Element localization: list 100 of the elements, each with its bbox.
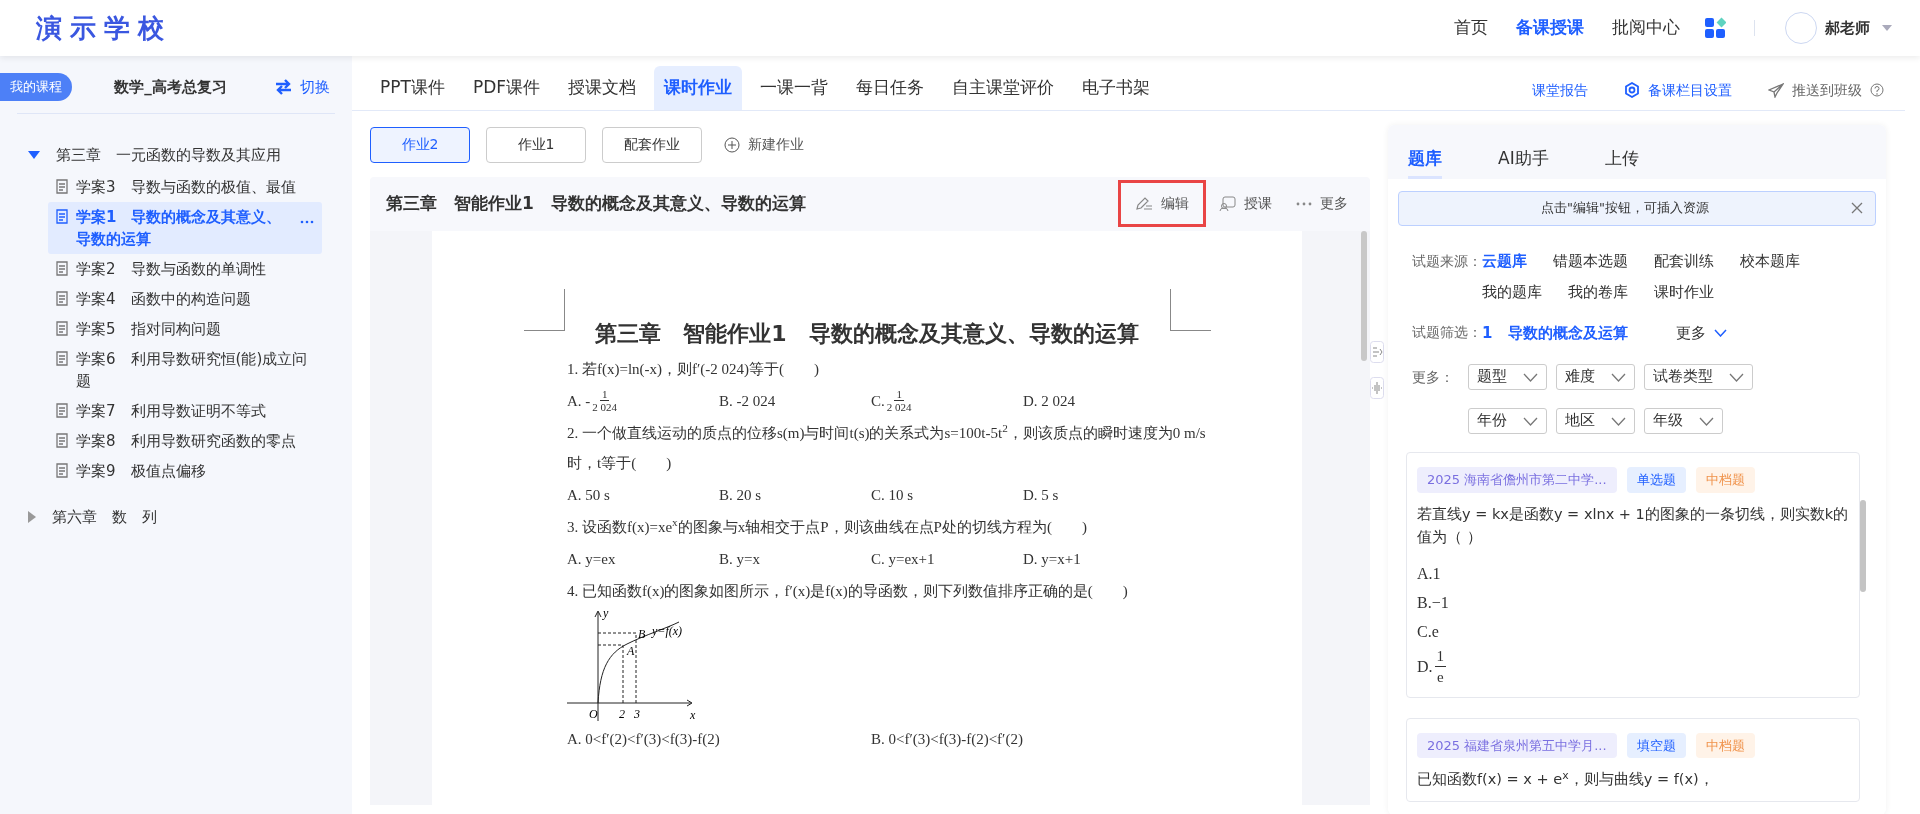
panel-tab[interactable]: AI助手 (1498, 124, 1549, 179)
nav-link[interactable]: 备课授课 (1516, 1, 1584, 55)
document-icon (56, 403, 68, 418)
tab[interactable]: 电子书架 (1072, 66, 1160, 110)
question-text: 已知函数f(x) = x + e$^{x}$，则与曲线y = f(x)， (1417, 768, 1715, 789)
avatar[interactable] (1785, 12, 1817, 44)
question-tag: 2025 海南省儋州市第二中学... (1417, 467, 1617, 493)
resize-handle-icon[interactable] (1370, 376, 1384, 399)
assignment-tab[interactable]: 作业2 (370, 126, 470, 163)
lesson-item[interactable]: 学案9 极值点偏移 (48, 456, 322, 486)
source-link[interactable]: 云题库 (1482, 245, 1527, 277)
panel-tab[interactable]: 题库 (1408, 124, 1442, 179)
user-name: 郝老师 (1825, 17, 1870, 39)
chevron-down-icon (1714, 328, 1728, 337)
lesson-item[interactable]: 学案7 利用导数证明不等式 (48, 396, 322, 426)
answer-option: B. 0<f′(3)<f(3)-f(2)<f′(2) (871, 723, 1175, 754)
question-card[interactable]: 2025 福建省泉州第五中学月... 填空题 中档题 已知函数f(x) = x + e$^{x}$，则与曲线y = f(x)， (1406, 717, 1860, 802)
chevron-down-icon (1523, 416, 1538, 426)
lesson-item[interactable]: 学案4 函数中的构造问题 (48, 284, 322, 314)
collapsed-caret-icon[interactable] (28, 511, 36, 524)
teach-button[interactable]: 授课 (1211, 187, 1280, 220)
more-button[interactable]: 更多 (1676, 321, 1728, 344)
tab[interactable]: 一课一背 (750, 66, 838, 110)
new-assignment-button[interactable]: 新建作业 (718, 133, 810, 156)
answer-option: A.1 (1417, 564, 1441, 582)
scrollbar[interactable] (1860, 499, 1866, 592)
help-icon[interactable] (1870, 83, 1884, 97)
edit-button[interactable]: 编辑 (1121, 183, 1203, 224)
page-title: 第三章 智能作业1 导数的概念及其意义、导数的运算 (594, 319, 1140, 348)
nav-link[interactable]: 批阅中心 (1612, 1, 1680, 55)
tab[interactable]: 课时作业 (654, 66, 742, 110)
question-stem: 3. 设函数f(x)=xe$^{x}$的图象与x轴相交于点P，则该曲线在点P处的切线方程为( ) (567, 514, 1088, 537)
chevron-down-icon (1611, 372, 1626, 382)
panel-tab[interactable]: 上传 (1604, 124, 1639, 179)
answer-option: A. 50 s (567, 479, 719, 510)
filter-dropdown[interactable]: 试卷类型 (1644, 364, 1753, 390)
caret-icon[interactable] (1882, 25, 1892, 31)
source-link[interactable]: 错题本选题 (1553, 245, 1628, 277)
lesson-item[interactable]: 学案2 导数与函数的单调性 (48, 254, 322, 284)
source-link[interactable]: 校本题库 (1740, 245, 1800, 277)
plus-circle-icon (724, 136, 740, 153)
corner-mark (1170, 288, 1211, 331)
chevron-down-icon (1523, 372, 1538, 382)
answer-option: B. 20 s (719, 479, 871, 510)
pencil-icon (1135, 196, 1153, 211)
more-icon[interactable] (300, 220, 314, 224)
tab[interactable]: PDF课件 (462, 66, 550, 110)
tick-label: 3 (634, 706, 640, 721)
filter-dropdown[interactable]: 题型 (1468, 364, 1547, 390)
document-icon (56, 179, 68, 194)
answer-option: C. 10 s (871, 479, 1023, 510)
chevron-down-icon (1611, 416, 1626, 426)
school-logo: 演示学校 (36, 11, 172, 45)
source-link[interactable]: 配套训练 (1654, 245, 1714, 277)
link-button[interactable]: 推送到班级 (1762, 78, 1890, 102)
question-text: 若直线y = kx是函数y = xlnx + 1的图象的一条切线，则实数k的值为（ ） (1417, 504, 1849, 547)
document-icon (56, 261, 68, 276)
link-button[interactable]: 课堂报告 (1526, 78, 1594, 102)
tab[interactable]: 授课文档 (558, 66, 646, 110)
document-title: 第三章 智能作业1 导数的概念及其意义、导数的运算 (386, 191, 807, 215)
collapse-handle-icon[interactable] (1370, 340, 1384, 363)
chapter-item[interactable]: 第三章 一元函数的导数及其应用 (28, 137, 352, 172)
course-badge[interactable]: 我的课程 (0, 73, 72, 101)
answer-option: D. y=x+1 (1023, 543, 1175, 574)
nav-link[interactable]: 首页 (1454, 1, 1488, 55)
question-stem: 4. 已知函数f(x)的图象如图所示，f′(x)是f(x)的导函数，则下列数值排序正确的是( ) (567, 581, 1129, 601)
scrollbar[interactable] (1361, 230, 1367, 361)
switch-button[interactable]: 切换 (269, 74, 336, 99)
source-link[interactable]: 我的题库 (1482, 276, 1542, 308)
source-link[interactable]: 我的卷库 (1568, 276, 1628, 308)
question-stem: 1. 若f(x)=ln(-x)，则f′(-2 024)等于( ) (567, 359, 821, 379)
filter-dropdown[interactable]: 年级 (1644, 408, 1723, 434)
filter-dropdown[interactable]: 年份 (1468, 408, 1547, 434)
tab[interactable]: 自主课堂评价 (942, 66, 1064, 110)
lesson-item[interactable]: 学案8 利用导数研究函数的零点 (48, 426, 322, 456)
document-icon (56, 209, 68, 224)
tab[interactable]: PPT课件 (370, 66, 455, 110)
lesson-item[interactable]: 学案6 利用导数研究恒(能)成立问题 (48, 344, 322, 396)
question-stem: 2. 一个做直线运动的质点的位移s(m)与时间t(s)的关系式为s=100t-5t$^{2}$，则该质点的瞬时速度为0 m/s时，t等于( ) (567, 420, 1207, 473)
document-icon (56, 291, 68, 306)
lesson-item[interactable]: 学案3 导数与函数的极值、最值 (48, 172, 322, 202)
assignment-tab[interactable]: 作业1 (486, 126, 586, 163)
expanded-caret-icon[interactable] (28, 150, 40, 159)
answer-option: C. y=ex+1 (871, 543, 1023, 574)
more-button[interactable]: 更多 (1288, 187, 1356, 220)
tab[interactable]: 每日任务 (846, 66, 934, 110)
lesson-item[interactable]: 学案5 指对同构问题 (48, 314, 322, 344)
assignment-tab[interactable]: 配套作业 (602, 126, 702, 163)
filter-dropdown[interactable]: 地区 (1556, 408, 1635, 434)
apps-icon[interactable] (1704, 17, 1726, 39)
filter-dropdown[interactable]: 难度 (1556, 364, 1635, 390)
filter-label: 更多： (1412, 368, 1455, 387)
link-button[interactable]: 备课栏目设置 (1618, 78, 1738, 102)
notice-text: 点击"编辑"按钮，可插入资源 (1540, 199, 1710, 218)
source-link[interactable]: 课时作业 (1654, 276, 1714, 308)
close-icon[interactable] (1851, 202, 1863, 214)
presentation-icon (1219, 195, 1236, 212)
chapter-item[interactable]: 第六章 数 列 (28, 500, 352, 535)
question-tag: 2025 福建省泉州第五中学月... (1417, 732, 1617, 758)
lesson-item[interactable]: 学案1 导数的概念及其意义、导数的运算 (48, 202, 322, 254)
